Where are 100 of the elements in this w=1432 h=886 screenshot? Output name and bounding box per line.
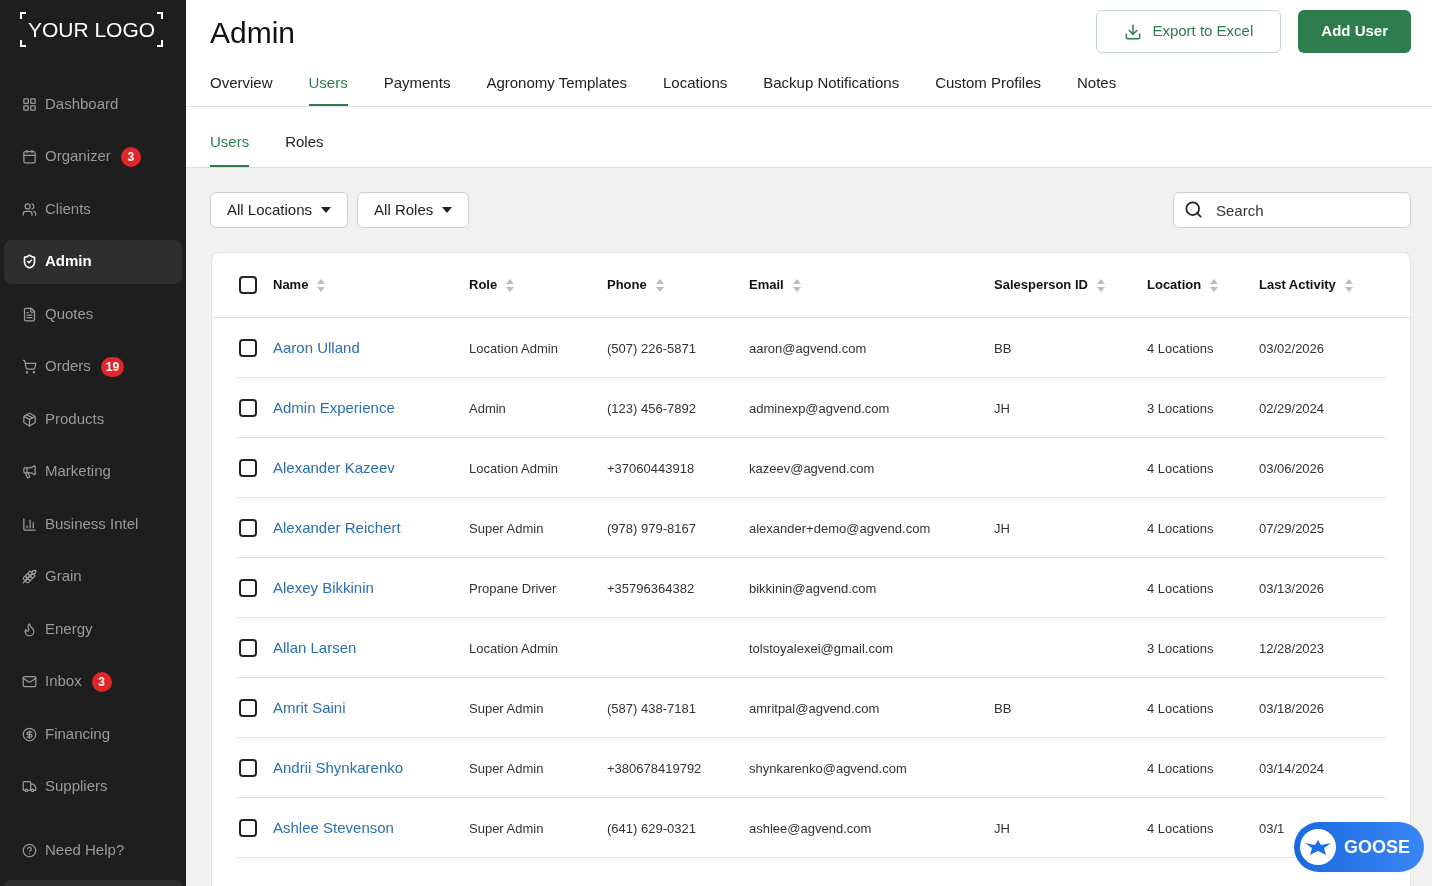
page-title: Admin xyxy=(210,15,296,51)
column-header[interactable]: Phone xyxy=(607,275,647,295)
table-cell: ashlee@agvend.com xyxy=(749,820,872,836)
user-name-link[interactable]: Allan Larsen xyxy=(273,638,357,656)
tab[interactable]: Agronomy Templates xyxy=(486,71,627,106)
nav-item[interactable]: Dashboard xyxy=(4,82,182,126)
tab[interactable]: Users xyxy=(210,130,250,167)
mail-icon xyxy=(22,674,37,689)
checkbox[interactable] xyxy=(239,758,257,777)
nav-item[interactable]: Orders 19 xyxy=(4,344,182,389)
table-cell: (507) 226-5871 xyxy=(607,340,696,356)
dollar-circle-icon xyxy=(22,726,37,742)
column-header[interactable]: Email xyxy=(749,275,784,295)
user-name-link[interactable]: Alexander Reichert xyxy=(273,518,401,536)
user-name-link[interactable]: Aaron Ulland xyxy=(273,338,360,356)
tab[interactable]: Users xyxy=(308,71,348,106)
document-icon xyxy=(22,306,37,322)
column-header[interactable]: Last Activity xyxy=(1259,275,1336,295)
checkbox[interactable] xyxy=(239,398,257,417)
grid-icon xyxy=(22,96,37,112)
nav-item[interactable]: Quotes xyxy=(4,292,182,336)
nav-item[interactable]: Financing xyxy=(4,712,182,756)
checkbox[interactable] xyxy=(239,458,257,477)
sort-icon xyxy=(317,278,326,292)
filter-dropdown[interactable]: All Roles xyxy=(357,192,470,228)
wheat-icon xyxy=(22,569,37,584)
checkbox[interactable] xyxy=(239,578,257,597)
nav-item[interactable]: Grain xyxy=(4,554,182,599)
checkbox[interactable] xyxy=(239,338,257,357)
count-badge: 3 xyxy=(120,146,141,167)
nav-item[interactable]: Organizer 3 xyxy=(4,134,182,179)
nav-item[interactable]: Suppliers xyxy=(4,764,182,809)
add-user-button[interactable]: Add User xyxy=(1298,10,1411,53)
table-cell: 03/14/2024 xyxy=(1259,760,1325,776)
cart-icon xyxy=(22,359,37,374)
column-header[interactable]: Role xyxy=(469,275,498,295)
bar-chart-icon xyxy=(22,516,37,532)
checkbox[interactable] xyxy=(239,518,257,537)
table-cell: JH xyxy=(994,520,1010,536)
tab[interactable]: Roles xyxy=(285,130,324,167)
column-header[interactable]: Salesperson ID xyxy=(994,275,1088,295)
nav-item[interactable]: Products xyxy=(4,397,182,441)
tab[interactable]: Overview xyxy=(210,71,273,106)
nav-item[interactable]: Marketing xyxy=(4,449,182,494)
table-cell: (587) 438-7181 xyxy=(607,700,696,716)
table-cell: amritpal@agvend.com xyxy=(749,700,880,716)
checkbox[interactable] xyxy=(239,818,257,837)
flame-icon xyxy=(22,621,37,637)
user-name-link[interactable]: Amrit Saini xyxy=(273,698,346,716)
table-cell: JH xyxy=(994,400,1010,416)
user-name-link[interactable]: Alexey Bikkinin xyxy=(273,578,374,596)
caret-icon xyxy=(442,207,453,213)
truck-icon xyxy=(22,779,37,794)
tab[interactable]: Backup Notifications xyxy=(763,71,900,106)
search-field[interactable]: Search xyxy=(1173,192,1411,228)
sort-icon xyxy=(1344,278,1353,292)
column-header[interactable]: Name xyxy=(273,275,309,295)
help-link[interactable]: Need Help? xyxy=(4,828,182,872)
table-cell: alexander+demo@agvend.com xyxy=(749,520,931,536)
star-emblem-icon xyxy=(1300,829,1336,865)
assistant-button[interactable]: GOOSE xyxy=(1294,822,1424,872)
table-cell: kazeev@agvend.com xyxy=(749,460,875,476)
sort-icon xyxy=(792,278,801,292)
table-cell: 4 Locations xyxy=(1147,760,1214,776)
filter-dropdown[interactable]: All Locations xyxy=(210,192,349,228)
tab[interactable]: Locations xyxy=(663,71,728,106)
table-cell: adminexp@agvend.com xyxy=(749,400,890,416)
nav-item[interactable]: Inbox 3 xyxy=(4,659,182,704)
table-cell: 3 Locations xyxy=(1147,400,1214,416)
user-name-link[interactable]: Admin Experience xyxy=(273,398,395,416)
table-cell: +37060443918 xyxy=(607,460,695,476)
nav-item[interactable]: Business Intel xyxy=(4,502,182,546)
table-cell: 4 Locations xyxy=(1147,340,1214,356)
calendar-icon xyxy=(22,149,37,164)
table-cell: 4 Locations xyxy=(1147,520,1214,536)
download-icon xyxy=(1124,22,1143,41)
checkbox[interactable] xyxy=(239,638,257,657)
tab[interactable]: Notes xyxy=(1077,71,1117,106)
nav-item[interactable]: Admin xyxy=(4,239,182,284)
table-cell: shynkarenko@agvend.com xyxy=(749,760,907,776)
tab[interactable]: Payments xyxy=(383,71,451,106)
user-name-link[interactable]: Ashlee Stevenson xyxy=(273,818,394,836)
checkbox[interactable] xyxy=(239,276,257,294)
export-button[interactable]: Export to Excel xyxy=(1096,10,1282,53)
table-cell: (978) 979-8167 xyxy=(607,520,696,536)
table-cell: tolstoyalexei@gmail.com xyxy=(749,640,893,656)
checkbox[interactable] xyxy=(239,698,257,717)
column-header[interactable]: Location xyxy=(1147,275,1202,295)
table-cell: bikkinin@agvend.com xyxy=(749,580,877,596)
table-cell: 03/13/2026 xyxy=(1259,580,1325,596)
table-cell: Location Admin xyxy=(469,340,558,356)
table-cell: 03/02/2026 xyxy=(1259,340,1325,356)
tab[interactable]: Custom Profiles xyxy=(935,71,1041,106)
nav-item[interactable]: Energy xyxy=(4,607,182,651)
table-cell: BB xyxy=(994,340,1012,356)
table-cell: (641) 629-0321 xyxy=(607,820,696,836)
nav-item[interactable]: Clients xyxy=(4,187,182,231)
user-name-link[interactable]: Alexander Kazeev xyxy=(273,458,395,476)
table-cell: Super Admin xyxy=(469,700,544,716)
user-name-link[interactable]: Andrii Shynkarenko xyxy=(273,758,404,776)
